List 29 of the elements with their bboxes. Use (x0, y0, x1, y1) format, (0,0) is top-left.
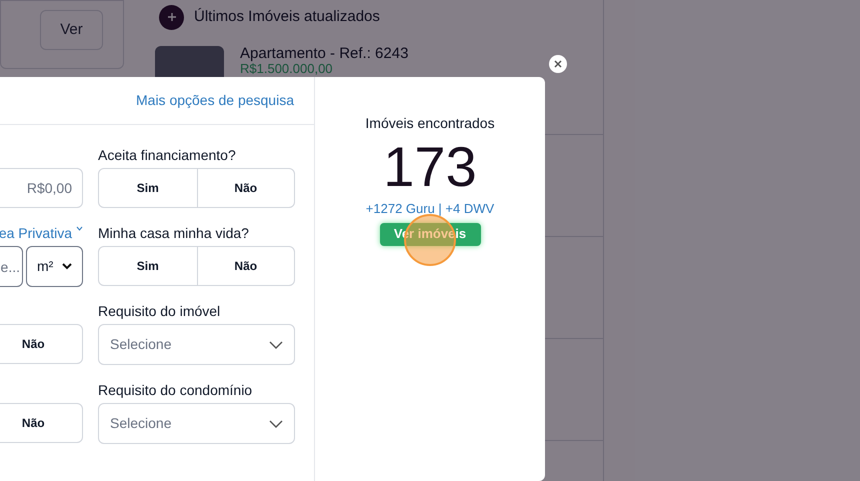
listing-title[interactable]: Apartamento - Ref.: 6243 (240, 46, 408, 62)
add-icon[interactable] (159, 4, 184, 30)
results-count: 173 (383, 136, 477, 198)
unit-select[interactable]: m² (26, 246, 83, 287)
results-title: Imóveis encontrados (365, 114, 495, 133)
toggle-option[interactable]: Não (196, 247, 294, 285)
view-button[interactable]: Ver (40, 10, 103, 50)
caret-icon (62, 263, 72, 270)
results-sources: +1272 Guru | +4 DWV (366, 200, 494, 218)
select-field[interactable]: Selecione (98, 403, 295, 444)
chevron-icon (76, 226, 83, 231)
more-options-link[interactable]: Mais opções de pesquisa (136, 90, 294, 111)
field-label: Minha casa minha vida? (98, 224, 249, 243)
toggle-option[interactable]: Sim (99, 247, 196, 285)
price-field[interactable]: R$0,00 (0, 168, 83, 208)
toggle-option[interactable]: Não (0, 325, 82, 363)
section-title: Últimos Imóveis atualizados (194, 6, 380, 27)
select-field[interactable]: Selecione (98, 324, 295, 365)
toggle-option[interactable]: Sim (99, 169, 196, 207)
chevron-icon (269, 340, 283, 348)
chevron-icon (269, 420, 283, 428)
field-label: Requisito do condomínio (98, 381, 252, 400)
toggle-option[interactable]: Não (0, 404, 82, 442)
listing-price: R$1.500.000,00 (240, 62, 334, 76)
area-field[interactable]: e... (0, 246, 23, 287)
field-label: Aceita financiamento? (98, 146, 236, 165)
toggle-option[interactable]: Não (196, 169, 294, 207)
field-label: Requisito do imóvel (98, 302, 220, 321)
close-icon (554, 60, 562, 68)
